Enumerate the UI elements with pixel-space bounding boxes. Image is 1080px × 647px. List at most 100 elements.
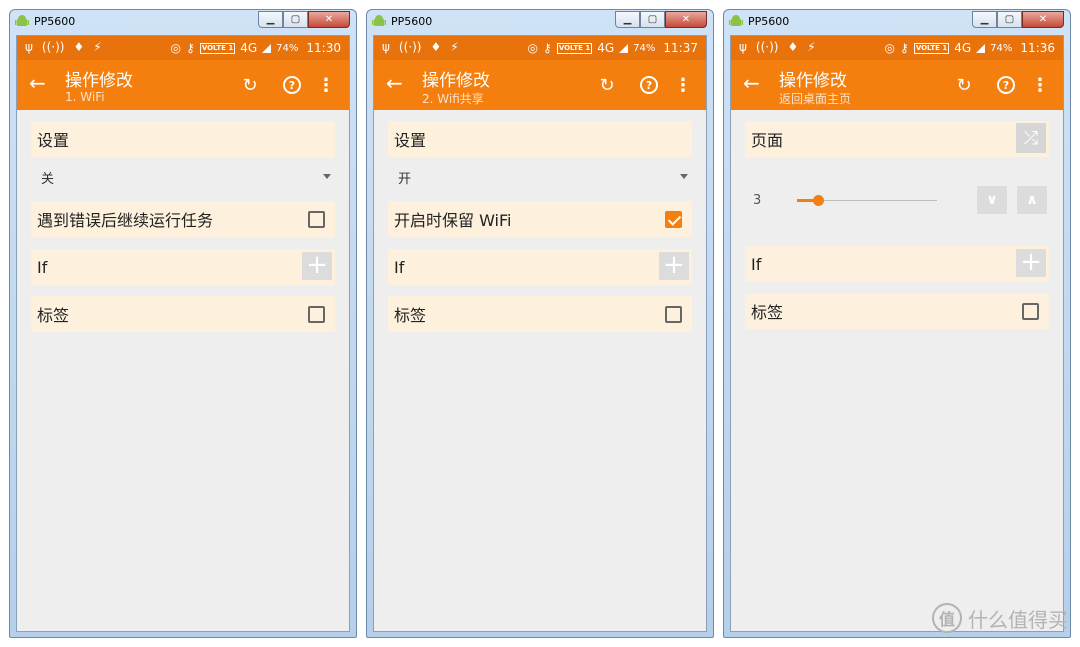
dropdown-arrow-icon xyxy=(323,174,331,179)
key-icon: ⚷ xyxy=(543,41,552,55)
watermark-text: 什么值得买 xyxy=(968,607,1068,632)
app-bar: ← 操作修改 返回桌面主页 ↻ ? ⋮ xyxy=(731,60,1063,110)
status-time: 11:30 xyxy=(306,41,341,55)
back-arrow-icon[interactable]: ← xyxy=(386,73,403,93)
usb-icon: ψ xyxy=(739,40,747,54)
maximize-button[interactable]: ▢ xyxy=(997,11,1022,28)
refresh-icon[interactable]: ↻ xyxy=(953,74,975,96)
setting-label: 设置 xyxy=(37,131,70,150)
back-arrow-icon[interactable]: ← xyxy=(29,73,46,93)
tag-label: 标签 xyxy=(37,306,70,325)
location-icon: ♦ xyxy=(787,40,799,54)
window-title: PP5600 xyxy=(34,15,76,28)
if-row: If + xyxy=(388,249,692,285)
checkbox-label: 开启时保留 WiFi xyxy=(394,211,512,230)
signal-icon xyxy=(619,43,629,53)
slider-thumb[interactable] xyxy=(813,195,824,206)
emulator-window-2: PP5600 ▁ ▢ ✕ ψ ((·)) ♦ ⚡ ◎ ⚷ VOLTE 1 4G 74%… xyxy=(366,9,714,638)
refresh-icon[interactable]: ↻ xyxy=(596,74,618,96)
help-icon[interactable]: ? xyxy=(638,74,660,96)
window-title: PP5600 xyxy=(391,15,433,28)
app-title: 操作修改 xyxy=(779,71,847,91)
usb-icon: ψ xyxy=(382,40,390,54)
increment-button[interactable]: ∧ xyxy=(1017,186,1047,214)
minimize-button[interactable]: ▁ xyxy=(258,11,283,28)
setting-dropdown[interactable]: 开 xyxy=(398,164,688,190)
hotspot-icon: ((·)) xyxy=(41,40,65,54)
tag-row[interactable]: 标签 xyxy=(745,293,1049,329)
maximize-button[interactable]: ▢ xyxy=(283,11,308,28)
decrement-button[interactable]: ∨ xyxy=(977,186,1007,214)
page-label: 页面 xyxy=(751,131,784,150)
nfc-icon: ◎ xyxy=(527,41,539,55)
nfc-icon: ◎ xyxy=(170,41,182,55)
app-title: 操作修改 xyxy=(65,71,133,91)
help-icon[interactable]: ? xyxy=(995,74,1017,96)
tag-label: 标签 xyxy=(394,306,427,325)
window-titlebar[interactable]: PP5600 ▁ ▢ ✕ xyxy=(724,10,1070,34)
continue-on-error-row[interactable]: 遇到错误后继续运行任务 xyxy=(31,201,335,237)
battery-level: 74% xyxy=(990,42,1013,54)
checkbox-checked[interactable] xyxy=(665,211,682,228)
network-type: 4G xyxy=(240,41,258,55)
flash-icon: ⚡ xyxy=(450,40,459,54)
refresh-icon[interactable]: ↻ xyxy=(239,74,261,96)
watermark-logo: 值 xyxy=(932,603,962,633)
phone-screen: ψ ((·)) ♦ ⚡ ◎ ⚷ VOLTE 1 4G 74% 11:37 ← 操作修改… xyxy=(373,35,707,632)
battery-level: 74% xyxy=(633,42,656,54)
status-time: 11:36 xyxy=(1020,41,1055,55)
setting-dropdown[interactable]: 关 xyxy=(41,164,331,190)
keep-wifi-row[interactable]: 开启时保留 WiFi xyxy=(388,201,692,237)
tag-checkbox[interactable] xyxy=(665,306,682,323)
add-condition-button[interactable]: + xyxy=(1016,249,1046,277)
app-subtitle: 返回桌面主页 xyxy=(779,92,852,106)
help-icon[interactable]: ? xyxy=(281,74,303,96)
app-subtitle: 2. Wifi共享 xyxy=(422,92,484,106)
battery-level: 74% xyxy=(276,42,299,54)
app-bar: ← 操作修改 2. Wifi共享 ↻ ? ⋮ xyxy=(374,60,706,110)
network-type: 4G xyxy=(597,41,615,55)
setting-header: 设置 xyxy=(31,121,335,157)
hotspot-icon: ((·)) xyxy=(755,40,779,54)
tag-row[interactable]: 标签 xyxy=(388,296,692,332)
tag-checkbox[interactable] xyxy=(308,306,325,323)
setting-label: 设置 xyxy=(394,131,427,150)
tag-checkbox[interactable] xyxy=(1022,303,1039,320)
page-slider[interactable] xyxy=(797,195,937,206)
status-bar: ψ ((·)) ♦ ⚡ ◎ ⚷ VOLTE 1 4G 74% 11:30 xyxy=(17,36,349,60)
more-icon[interactable]: ⋮ xyxy=(1029,74,1051,96)
add-condition-button[interactable]: + xyxy=(302,252,332,280)
if-label: If xyxy=(37,257,48,277)
tag-row[interactable]: 标签 xyxy=(31,296,335,332)
key-icon: ⚷ xyxy=(186,41,195,55)
watermark: 值 什么值得买 xyxy=(932,603,1068,633)
window-titlebar[interactable]: PP5600 ▁ ▢ ✕ xyxy=(367,10,713,34)
dropdown-value: 开 xyxy=(398,171,412,187)
minimize-button[interactable]: ▁ xyxy=(972,11,997,28)
hotspot-icon: ((·)) xyxy=(398,40,422,54)
close-button[interactable]: ✕ xyxy=(665,11,707,28)
add-condition-button[interactable]: + xyxy=(659,252,689,280)
more-icon[interactable]: ⋮ xyxy=(672,74,694,96)
page-slider-row: 3 ∨ ∧ xyxy=(745,186,1049,216)
back-arrow-icon[interactable]: ← xyxy=(743,73,760,93)
more-icon[interactable]: ⋮ xyxy=(315,74,337,96)
android-icon xyxy=(372,15,386,26)
phone-screen: ψ ((·)) ♦ ⚡ ◎ ⚷ VOLTE 1 4G 74% 11:36 ← 操作修改… xyxy=(730,35,1064,632)
android-icon xyxy=(729,15,743,26)
close-button[interactable]: ✕ xyxy=(1022,11,1064,28)
close-button[interactable]: ✕ xyxy=(308,11,350,28)
maximize-button[interactable]: ▢ xyxy=(640,11,665,28)
app-subtitle: 1. WiFi xyxy=(65,90,105,104)
checkbox[interactable] xyxy=(308,211,325,228)
shuffle-icon[interactable]: ⤮ xyxy=(1016,123,1046,153)
tag-label: 标签 xyxy=(751,303,784,322)
status-time: 11:37 xyxy=(663,41,698,55)
network-type: 4G xyxy=(954,41,972,55)
slider-value: 3 xyxy=(753,193,762,208)
status-bar: ψ ((·)) ♦ ⚡ ◎ ⚷ VOLTE 1 4G 74% 11:36 xyxy=(731,36,1063,60)
window-titlebar[interactable]: PP5600 ▁ ▢ ✕ xyxy=(10,10,356,34)
minimize-button[interactable]: ▁ xyxy=(615,11,640,28)
volte-badge: VOLTE 1 xyxy=(199,42,236,54)
dropdown-arrow-icon xyxy=(680,174,688,179)
